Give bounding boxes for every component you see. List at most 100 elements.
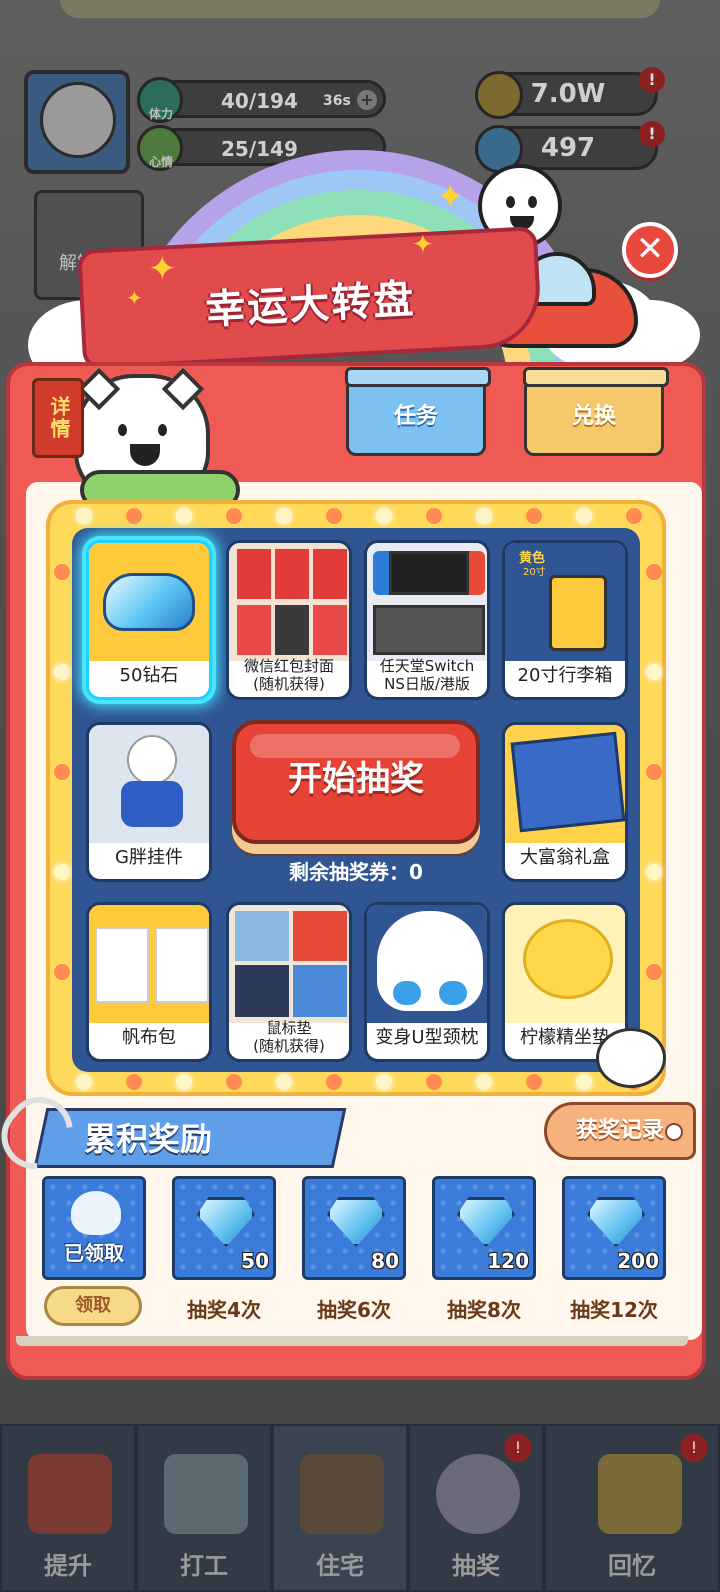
claim-button[interactable]: 领取 xyxy=(44,1286,142,1326)
cat-mouth xyxy=(130,444,160,466)
frame-light xyxy=(426,508,442,524)
frame-light xyxy=(646,964,662,980)
prize-switch: 任天堂Switch NS日版/港版 xyxy=(364,540,490,700)
nav-lottery[interactable]: 抽奖 ! xyxy=(408,1424,544,1592)
suitcase-icon: 黄色 20寸 xyxy=(505,543,625,661)
coin-counter[interactable]: 7.0W ! xyxy=(475,67,665,119)
gem-alert-icon: ! xyxy=(639,121,665,147)
nav-home[interactable]: 住宅 xyxy=(272,1424,408,1592)
mood-value: 25/149 xyxy=(221,137,298,161)
frame-light xyxy=(326,508,342,524)
cat-eye xyxy=(118,424,127,436)
stamina-plus-icon[interactable]: + xyxy=(357,90,377,110)
gem-value: 497 xyxy=(540,133,596,163)
nav-label: 打工 xyxy=(180,1552,228,1580)
frame-light xyxy=(626,508,642,524)
plush-pendant-icon xyxy=(89,725,209,843)
claim-label: 领取 xyxy=(75,1295,111,1316)
frame-light xyxy=(54,964,70,980)
frame-light xyxy=(576,1074,592,1090)
lemon-cushion-icon xyxy=(505,905,625,1023)
frame-light xyxy=(126,1074,142,1090)
win-record-button[interactable]: 获奖记录 xyxy=(544,1102,696,1160)
nav-work[interactable]: 打工 xyxy=(136,1424,272,1592)
prize-plush: G胖挂件 xyxy=(86,722,212,882)
nintendo-switch-icon xyxy=(367,543,487,661)
frame-light xyxy=(54,864,70,880)
mascot-eye xyxy=(506,196,515,208)
coin-alert-icon: ! xyxy=(639,67,665,93)
reward-card-1: 已领取 xyxy=(42,1176,146,1280)
reward-condition: 抽奖8次 xyxy=(447,1298,521,1322)
detail-label: 详情 xyxy=(47,396,71,440)
frame-light xyxy=(226,508,242,524)
reward-amount: 120 xyxy=(487,1249,529,1273)
prize-label: G胖挂件 xyxy=(115,847,183,868)
frame-light xyxy=(54,564,70,580)
title-banner: 幸运大转盘 xyxy=(77,226,543,370)
prize-diamonds: 50钻石 xyxy=(86,540,212,700)
frame-light xyxy=(326,1074,342,1090)
canvas-bag-icon xyxy=(89,905,209,1023)
diamond-icon xyxy=(197,1197,255,1247)
start-draw-button[interactable]: 开始抽奖 xyxy=(232,720,480,844)
peeking-cat-icon xyxy=(596,1028,666,1088)
top-decoration xyxy=(60,0,660,18)
avatar-face-icon xyxy=(40,82,116,158)
reward-condition: 抽奖12次 xyxy=(570,1298,658,1322)
work-monitor-icon xyxy=(164,1454,248,1534)
frame-light xyxy=(176,508,192,524)
cat-eye xyxy=(158,424,167,436)
close-button[interactable]: ✕ xyxy=(622,222,678,278)
player-avatar[interactable] xyxy=(24,70,130,174)
diamond-icon xyxy=(457,1197,515,1247)
stamina-bar: 体力 40/194 36s + xyxy=(137,77,386,123)
nav-label: 提升 xyxy=(44,1552,92,1580)
sparkle-icon: ✦ xyxy=(126,286,143,310)
prize-label-sub: (随机获得) xyxy=(253,675,325,693)
frame-light xyxy=(226,1074,242,1090)
frame-light xyxy=(646,864,662,880)
prize-label: 变身U型颈枕 xyxy=(375,1027,479,1048)
reward-amount: 200 xyxy=(617,1249,659,1273)
reward-card-3: 80 xyxy=(302,1176,406,1280)
prize-monopoly: 大富翁礼盒 xyxy=(502,722,628,882)
nav-upgrade[interactable]: 提升 xyxy=(0,1424,136,1592)
frame-light xyxy=(526,508,542,524)
task-box-lid xyxy=(345,367,491,387)
exchange-box-lid xyxy=(523,367,669,387)
prize-wechat-cover: 微信红包封面 (随机获得) xyxy=(226,540,352,700)
frame-light xyxy=(376,1074,392,1090)
frame-light xyxy=(576,508,592,524)
claimed-status: 已领取 xyxy=(64,1241,124,1265)
frame-light xyxy=(646,564,662,580)
frame-light xyxy=(526,1074,542,1090)
frame-light xyxy=(476,1074,492,1090)
prize-label: 大富翁礼盒 xyxy=(520,847,610,868)
nav-memory[interactable]: 回忆 ! xyxy=(544,1424,720,1592)
panel-bottom-strip xyxy=(16,1336,688,1346)
sparkle-icon: ✦ xyxy=(148,249,177,289)
task-button[interactable]: 任务 xyxy=(345,367,491,456)
prize-label: 微信红包封面 (随机获得) xyxy=(229,657,349,693)
suitcase-size-tag: 20寸 xyxy=(523,567,546,578)
exchange-label: 兑换 xyxy=(571,404,616,429)
win-record-label: 获奖记录 xyxy=(575,1118,664,1143)
neck-pillow-icon xyxy=(367,905,487,1023)
prize-label-main: 鼠标垫 xyxy=(266,1019,312,1037)
reward-card-2: 50 xyxy=(172,1176,276,1280)
prize-label-main: 任天堂Switch xyxy=(379,657,475,675)
prize-label: 20寸行李箱 xyxy=(517,665,613,686)
frame-light xyxy=(376,508,392,524)
close-icon: ✕ xyxy=(635,229,665,269)
gem-counter[interactable]: 497 ! xyxy=(475,121,665,173)
frame-light xyxy=(646,764,662,780)
detail-button[interactable]: 详情 xyxy=(32,378,84,458)
frame-light xyxy=(646,664,662,680)
frame-light xyxy=(176,1074,192,1090)
mood-label: 心情 xyxy=(149,155,174,169)
diamond-icon xyxy=(587,1197,645,1247)
task-label: 任务 xyxy=(393,404,438,429)
prize-mouse-pad: 鼠标垫 (随机获得) xyxy=(226,902,352,1062)
exchange-button[interactable]: 兑换 xyxy=(523,367,669,456)
